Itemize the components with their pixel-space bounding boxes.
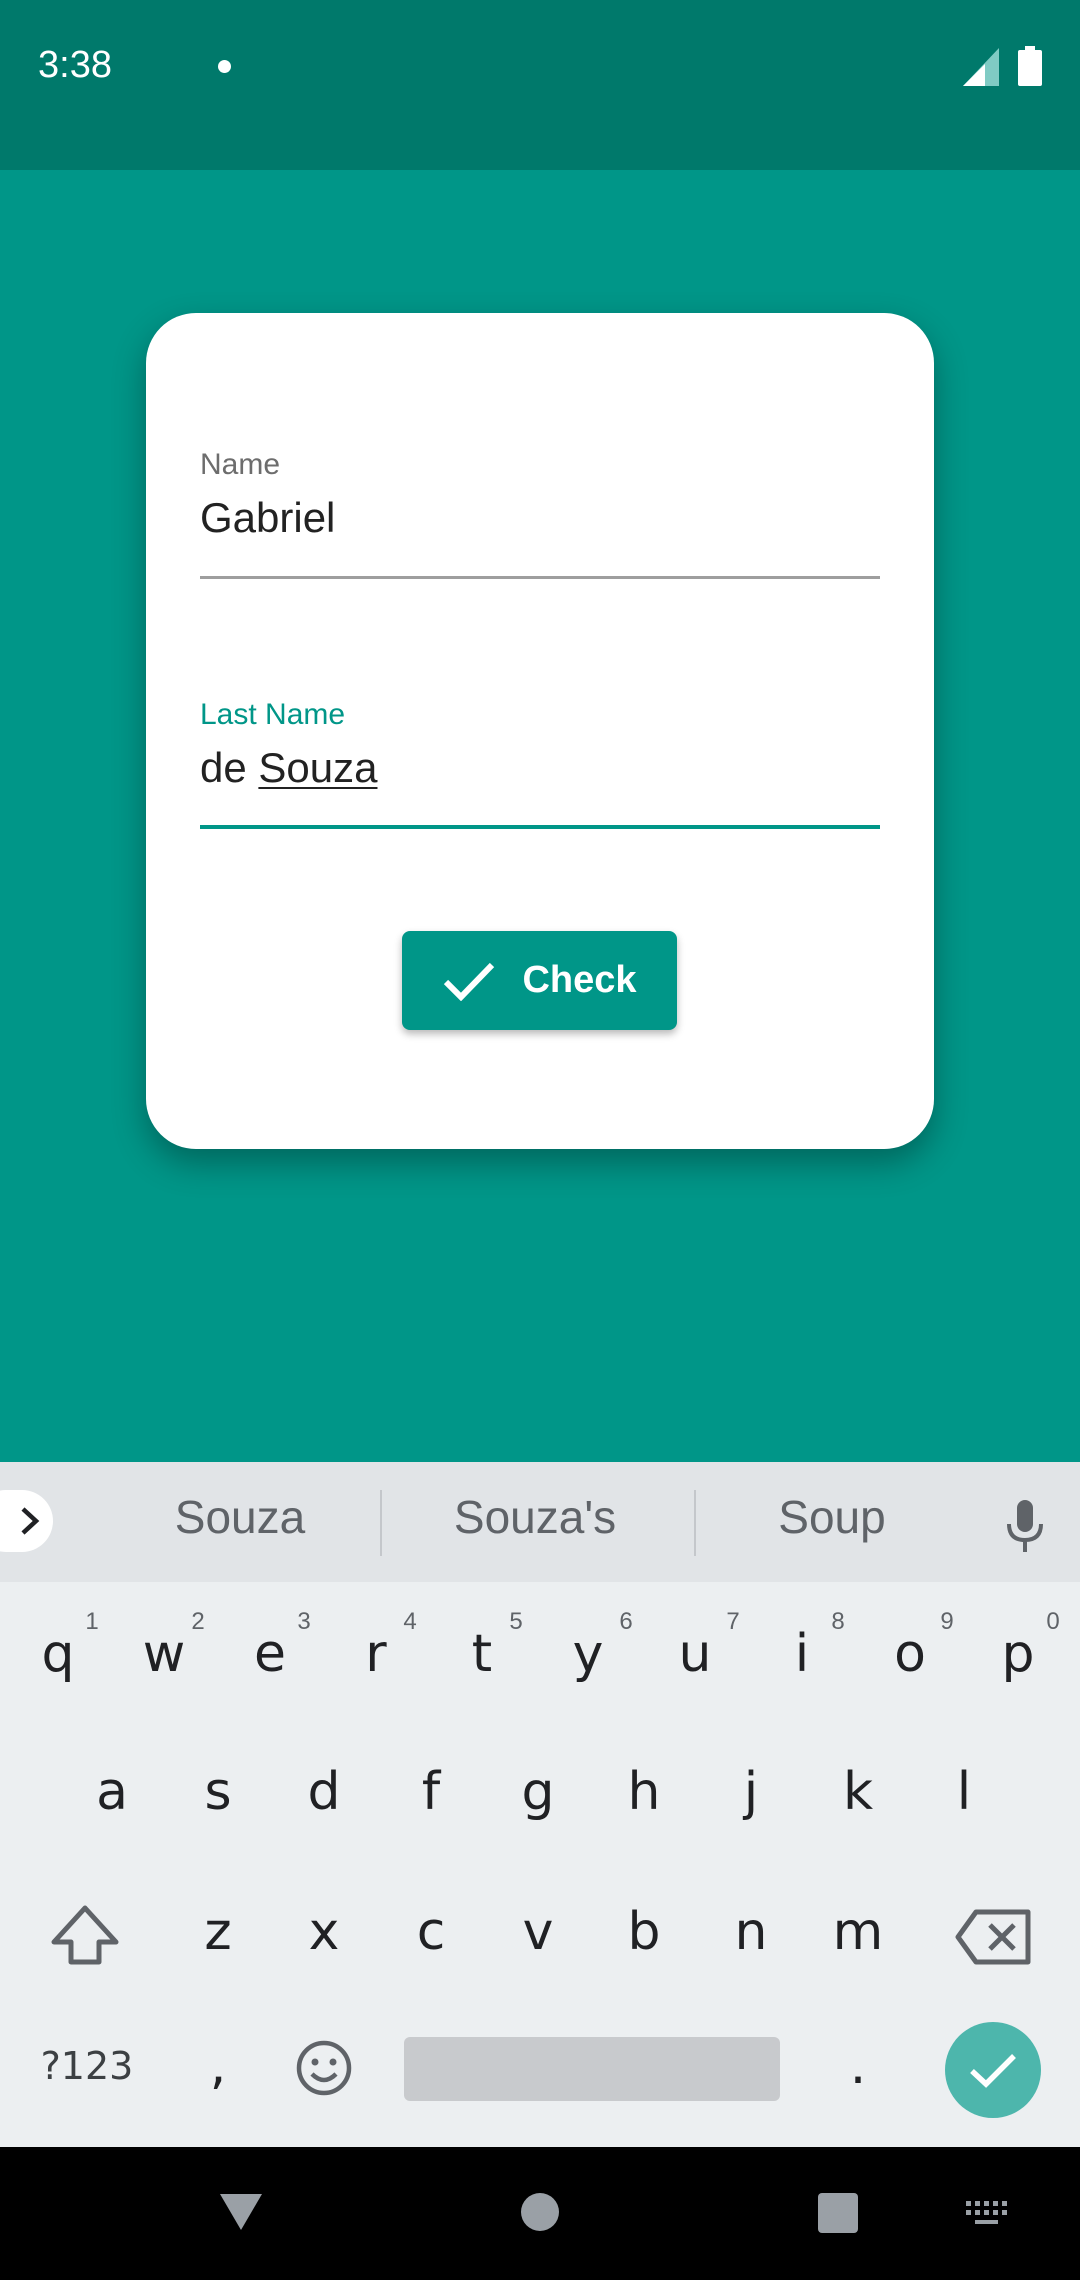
key-m[interactable]: m xyxy=(808,1902,908,1962)
battery-icon xyxy=(1018,46,1042,86)
key-w-hint: 2 xyxy=(191,1608,205,1635)
comma-key[interactable]: , xyxy=(168,2036,268,2096)
key-x[interactable]: x xyxy=(274,1902,374,1962)
key-u-hint: 7 xyxy=(726,1608,740,1635)
last-name-prefix: de xyxy=(200,744,259,791)
enter-key[interactable] xyxy=(945,2022,1041,2118)
enter-check-icon xyxy=(970,2054,1016,2088)
status-time: 3:38 xyxy=(38,44,112,86)
period-key[interactable]: . xyxy=(808,2036,908,2096)
suggestion-divider xyxy=(694,1490,696,1556)
key-q-hint: 1 xyxy=(85,1608,99,1635)
form-card: Name Gabriel Last Name de Souza Check xyxy=(146,313,934,1149)
key-k[interactable]: k xyxy=(808,1762,908,1822)
key-c[interactable]: c xyxy=(381,1902,481,1962)
check-button-label: Check xyxy=(522,959,637,1001)
mic-icon[interactable] xyxy=(1004,1500,1046,1552)
key-e-hint: 3 xyxy=(297,1608,311,1635)
last-name-field[interactable]: Last Name de Souza xyxy=(200,698,880,829)
suggestion-2[interactable]: Souza's xyxy=(400,1490,670,1544)
key-o-hint: 9 xyxy=(940,1608,954,1635)
expand-toolbar-button[interactable] xyxy=(0,1490,53,1552)
name-underline xyxy=(200,576,880,579)
last-name-input[interactable]: de Souza xyxy=(200,744,880,800)
last-name-composing-text: Souza xyxy=(258,744,378,791)
key-v[interactable]: v xyxy=(488,1902,588,1962)
home-icon[interactable] xyxy=(520,2192,560,2232)
backspace-key[interactable] xyxy=(952,1902,1036,1972)
keyboard-switch-icon[interactable] xyxy=(966,2201,1008,2227)
key-l[interactable]: l xyxy=(914,1762,1014,1822)
key-b[interactable]: b xyxy=(594,1902,694,1962)
key-r-hint: 4 xyxy=(403,1608,417,1635)
app-background: Name Gabriel Last Name de Souza Check xyxy=(0,170,1080,1462)
name-input[interactable]: Gabriel xyxy=(200,494,880,550)
key-y-hint: 6 xyxy=(619,1608,633,1635)
expand-chevron-icon xyxy=(21,1507,40,1535)
key-h[interactable]: h xyxy=(594,1762,694,1822)
suggestion-divider xyxy=(380,1490,382,1556)
key-g[interactable]: g xyxy=(488,1762,588,1822)
suggestion-1[interactable]: Souza xyxy=(120,1490,360,1544)
suggestion-3[interactable]: Soup xyxy=(712,1490,952,1544)
name-field[interactable]: Name Gabriel xyxy=(200,448,880,579)
emoji-key[interactable] xyxy=(294,2038,354,2098)
check-icon xyxy=(444,962,495,1001)
name-label: Name xyxy=(200,448,281,481)
backspace-icon xyxy=(955,1909,1031,1965)
key-f[interactable]: f xyxy=(381,1762,481,1822)
key-i-hint: 8 xyxy=(831,1608,845,1635)
key-s[interactable]: s xyxy=(168,1762,268,1822)
status-bar: 3:38 xyxy=(0,0,1080,170)
spacebar[interactable] xyxy=(404,2037,780,2101)
shift-key[interactable] xyxy=(40,1898,130,1974)
key-j[interactable]: j xyxy=(701,1762,801,1822)
key-a[interactable]: a xyxy=(62,1762,162,1822)
key-n[interactable]: n xyxy=(701,1902,801,1962)
soft-keyboard: Souza Souza's Soup q 1 w 2 e 3 r 4 t 5 y… xyxy=(0,1462,1080,2147)
shift-icon xyxy=(51,1905,119,1965)
symbols-key[interactable]: ?123 xyxy=(22,2044,152,2088)
key-z[interactable]: z xyxy=(168,1902,268,1962)
navigation-bar xyxy=(0,2147,1080,2280)
suggestion-strip: Souza Souza's Soup xyxy=(0,1462,1080,1582)
last-name-label: Last Name xyxy=(200,698,346,731)
check-button[interactable]: Check xyxy=(402,931,677,1030)
key-p-hint: 0 xyxy=(1046,1608,1060,1635)
notification-dot-icon xyxy=(218,60,231,73)
emoji-icon xyxy=(296,2040,352,2096)
signal-icon xyxy=(963,48,999,86)
last-name-underline xyxy=(200,825,880,829)
back-icon[interactable] xyxy=(218,2192,264,2232)
recents-icon[interactable] xyxy=(818,2193,858,2233)
key-d[interactable]: d xyxy=(274,1762,374,1822)
key-t-hint: 5 xyxy=(509,1608,523,1635)
